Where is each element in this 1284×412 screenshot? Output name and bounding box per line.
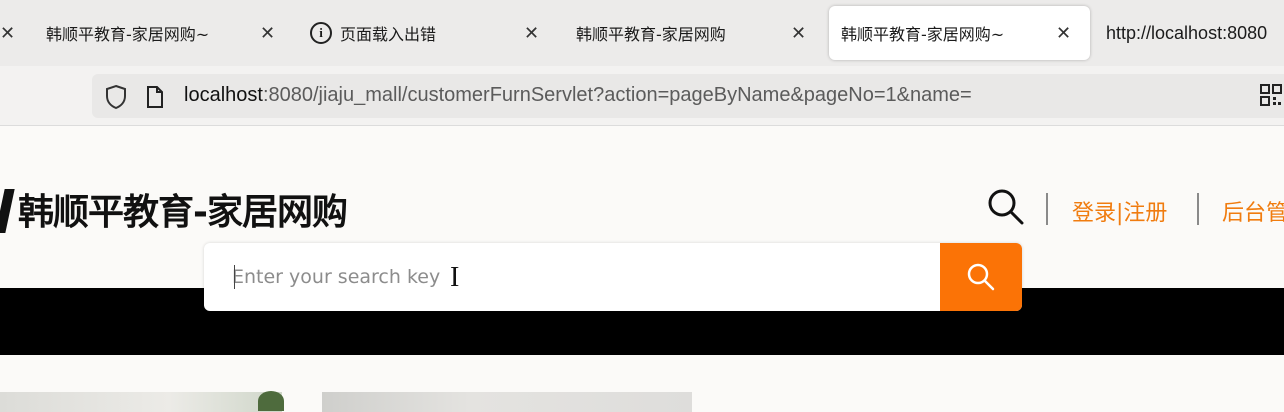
tab-2[interactable]: i 页面载入出错 ✕ xyxy=(300,6,556,60)
search-box xyxy=(204,243,1022,311)
search-input[interactable] xyxy=(204,243,940,311)
site-logo[interactable]: 韩顺平教育-家居网购 xyxy=(18,183,348,235)
shield-icon[interactable] xyxy=(104,84,128,110)
search-icon[interactable] xyxy=(986,187,1026,227)
product-image[interactable] xyxy=(322,392,692,412)
admin-link[interactable]: 后台管 xyxy=(1222,195,1284,227)
text-cursor-icon: I xyxy=(450,262,460,293)
logo-mark xyxy=(0,189,15,233)
tab-label: 韩顺平教育-家居网购~ xyxy=(46,25,210,44)
search-icon xyxy=(967,263,995,291)
product-image[interactable] xyxy=(0,392,282,412)
close-icon[interactable]: ✕ xyxy=(791,23,806,44)
nav-bar: localhost:8080/jiaju_mall/customerFurnSe… xyxy=(0,66,1284,126)
tab-3[interactable]: 韩顺平教育-家居网购 ✕ xyxy=(564,6,820,60)
tab-1[interactable]: 韩顺平教育-家居网购~ ✕ xyxy=(34,6,290,60)
tab-5[interactable]: http://localhost:8080 xyxy=(1096,6,1284,60)
product-image-leaf xyxy=(258,391,284,411)
tab-partial[interactable]: ✕ xyxy=(0,6,20,60)
divider xyxy=(1197,193,1199,225)
qr-code-icon[interactable] xyxy=(1260,84,1282,106)
tab-label: http://localhost:8080 xyxy=(1106,22,1268,43)
tab-label: 韩顺平教育-家居网购 xyxy=(576,25,726,44)
url-host: localhost xyxy=(184,84,263,106)
tab-label: 韩顺平教育-家居网购~ xyxy=(841,25,1005,44)
login-register-link[interactable]: 登录|注册 xyxy=(1072,195,1167,227)
close-icon[interactable]: ✕ xyxy=(260,23,275,44)
url-text[interactable]: localhost:8080/jiaju_mall/customerFurnSe… xyxy=(184,84,972,107)
tab-strip: ✕ 韩顺平教育-家居网购~ ✕ i 页面载入出错 ✕ 韩顺平教育-家居网购 ✕ … xyxy=(0,0,1284,66)
close-icon[interactable]: ✕ xyxy=(0,23,15,44)
divider xyxy=(1046,193,1048,225)
page-content: 韩顺平教育-家居网购 登录|注册 后台管 xyxy=(0,127,1284,412)
url-path: :8080/jiaju_mall/customerFurnServlet?act… xyxy=(262,84,972,106)
text-caret xyxy=(234,265,235,289)
tab-active[interactable]: 韩顺平教育-家居网购~ ✕ xyxy=(829,6,1090,60)
search-button[interactable] xyxy=(940,243,1022,311)
close-icon[interactable]: ✕ xyxy=(524,23,539,44)
page-icon xyxy=(147,86,163,108)
close-icon[interactable]: ✕ xyxy=(1056,23,1071,44)
info-icon: i xyxy=(310,22,332,44)
tab-label: 页面载入出错 xyxy=(340,25,437,44)
